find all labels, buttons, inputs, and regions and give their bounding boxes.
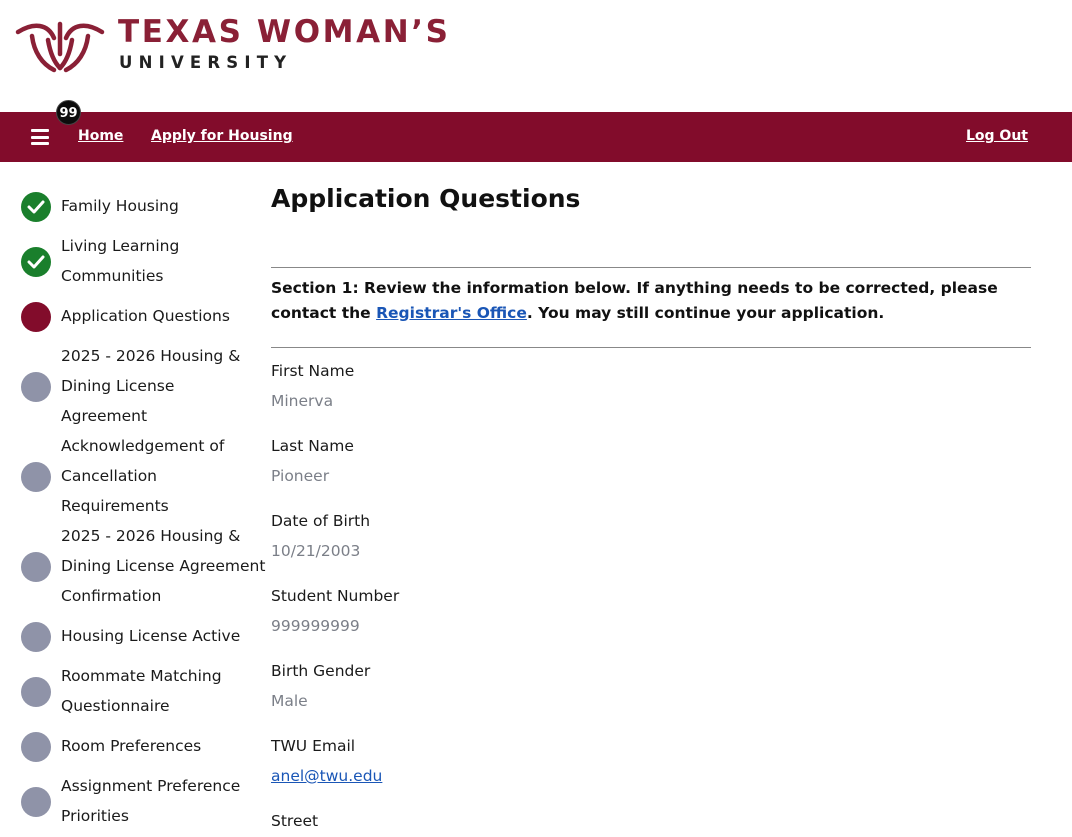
step-label: 2025 - 2026 Housing & Dining License Agr…: [61, 527, 266, 605]
field-first-name: First Name Minerva: [271, 360, 771, 412]
step-label: 2025 - 2026 Housing & Dining License Agr…: [61, 347, 241, 425]
field-label: Street: [271, 812, 319, 830]
field-date-of-birth: Date of Birth 10/21/2003: [271, 510, 771, 562]
section-1-instructions: Section 1: Review the information below.…: [271, 276, 1021, 326]
pending-step-dot: [21, 372, 51, 402]
pending-step-dot: [21, 677, 51, 707]
notification-badge: 99: [56, 100, 81, 125]
step-label: Family Housing: [61, 197, 179, 215]
pending-step-dot: [21, 787, 51, 817]
pending-step-dot: [21, 732, 51, 762]
field-student-number: Student Number 999999999: [271, 585, 771, 637]
step-label: Acknowledgement of Cancellation Requirem…: [61, 437, 225, 515]
pending-step-dot: [21, 552, 51, 582]
field-label: TWU Email: [271, 737, 356, 755]
field-value: Male: [271, 692, 308, 710]
field-value: Minerva: [271, 392, 334, 410]
menu-icon[interactable]: [31, 129, 49, 145]
step-label: Assignment Preference Priorities: [61, 777, 241, 825]
nav-apply-link[interactable]: Apply for Housing: [151, 128, 293, 144]
university-name: TEXAS WOMAN’S: [118, 14, 451, 50]
pending-step-dot: [21, 622, 51, 652]
page-title: Application Questions: [271, 184, 581, 213]
nav-home-link[interactable]: Home: [78, 128, 123, 144]
email-link[interactable]: anel@twu.edu: [271, 765, 382, 787]
field-last-name: Last Name Pioneer: [271, 435, 771, 487]
step-label: Living Learning Communities: [61, 237, 180, 285]
university-subtitle: UNIVERSITY: [119, 53, 293, 72]
divider: [271, 347, 1031, 348]
field-label: Birth Gender: [271, 662, 371, 680]
field-value: Pioneer: [271, 467, 330, 485]
check-icon: [21, 247, 51, 277]
field-label: First Name: [271, 362, 355, 380]
field-label: Student Number: [271, 587, 400, 605]
twu-logo-icon: [15, 21, 105, 73]
current-step-dot: [21, 302, 51, 332]
field-label: Last Name: [271, 437, 354, 455]
step-label: Application Questions: [61, 307, 230, 325]
field-label: Date of Birth: [271, 512, 371, 530]
registrar-office-link[interactable]: Registrar's Office: [376, 304, 527, 322]
step-label: Housing License Active: [61, 627, 241, 645]
section-1-text-end: . You may still continue your applicatio…: [526, 304, 885, 322]
top-navbar: 99 Home Apply for Housing Log Out: [0, 100, 1072, 162]
check-icon: [21, 192, 51, 222]
divider: [271, 267, 1031, 268]
step-label: Roommate Matching Questionnaire: [61, 667, 222, 715]
field-birth-gender: Birth Gender Male: [271, 660, 771, 712]
field-street: Street: [271, 810, 771, 832]
step-label: Room Preferences: [61, 737, 202, 755]
field-value: 999999999: [271, 617, 360, 635]
field-value: 10/21/2003: [271, 542, 361, 560]
header-logo-area: TEXAS WOMAN’S UNIVERSITY: [0, 0, 1072, 112]
pending-step-dot: [21, 462, 51, 492]
logout-link[interactable]: Log Out: [966, 128, 1028, 144]
field-twu-email: TWU Email anel@twu.edu: [271, 735, 771, 787]
